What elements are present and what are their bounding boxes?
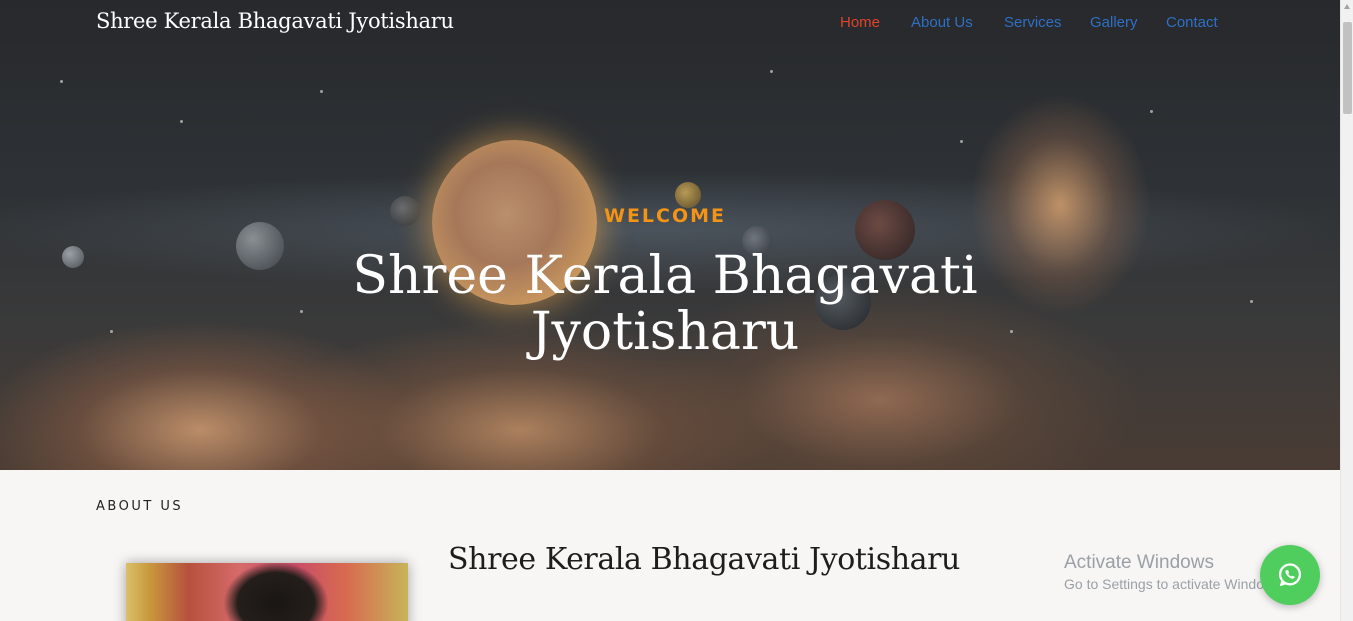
about-photo [126,563,408,621]
star [1150,110,1153,113]
hero-kicker: WELCOME [603,205,727,227]
activate-subtitle: Go to Settings to activate Windows. [1064,576,1285,592]
hero-title: Shree Kerala Bhagavati Jyotisharu [0,248,1330,360]
whatsapp-icon [1278,563,1302,587]
activate-title: Activate Windows [1064,552,1214,573]
nav-contact-link[interactable]: Contact [1166,14,1218,31]
activate-windows-watermark: Activate Windows Go to Settings to activ… [1064,552,1285,592]
star [60,80,63,83]
star [770,70,773,73]
hero-banner: Shree Kerala Bhagavati Jyotisharu Home A… [0,0,1340,470]
whatsapp-button[interactable] [1260,545,1320,605]
about-kicker: ABOUT US [96,499,184,514]
star [320,90,323,93]
main-nav: Home About Us Services Gallery Contact [0,14,1340,34]
nav-services-link[interactable]: Services [1004,14,1062,31]
nav-gallery-link[interactable]: Gallery [1090,14,1138,31]
star [180,120,183,123]
star [960,140,963,143]
scrollbar-thumb[interactable] [1343,22,1352,114]
page-scrollbar[interactable] [1340,0,1353,621]
nav-about-link[interactable]: About Us [911,14,973,31]
about-title: Shree Kerala Bhagavati Jyotisharu [448,542,960,577]
hero-title-line1: Shree Kerala Bhagavati [352,246,978,306]
hero-title-line2: Jyotisharu [530,302,800,362]
nav-home-link[interactable]: Home [840,14,880,31]
scroll-up-arrow-icon[interactable] [1344,4,1350,9]
